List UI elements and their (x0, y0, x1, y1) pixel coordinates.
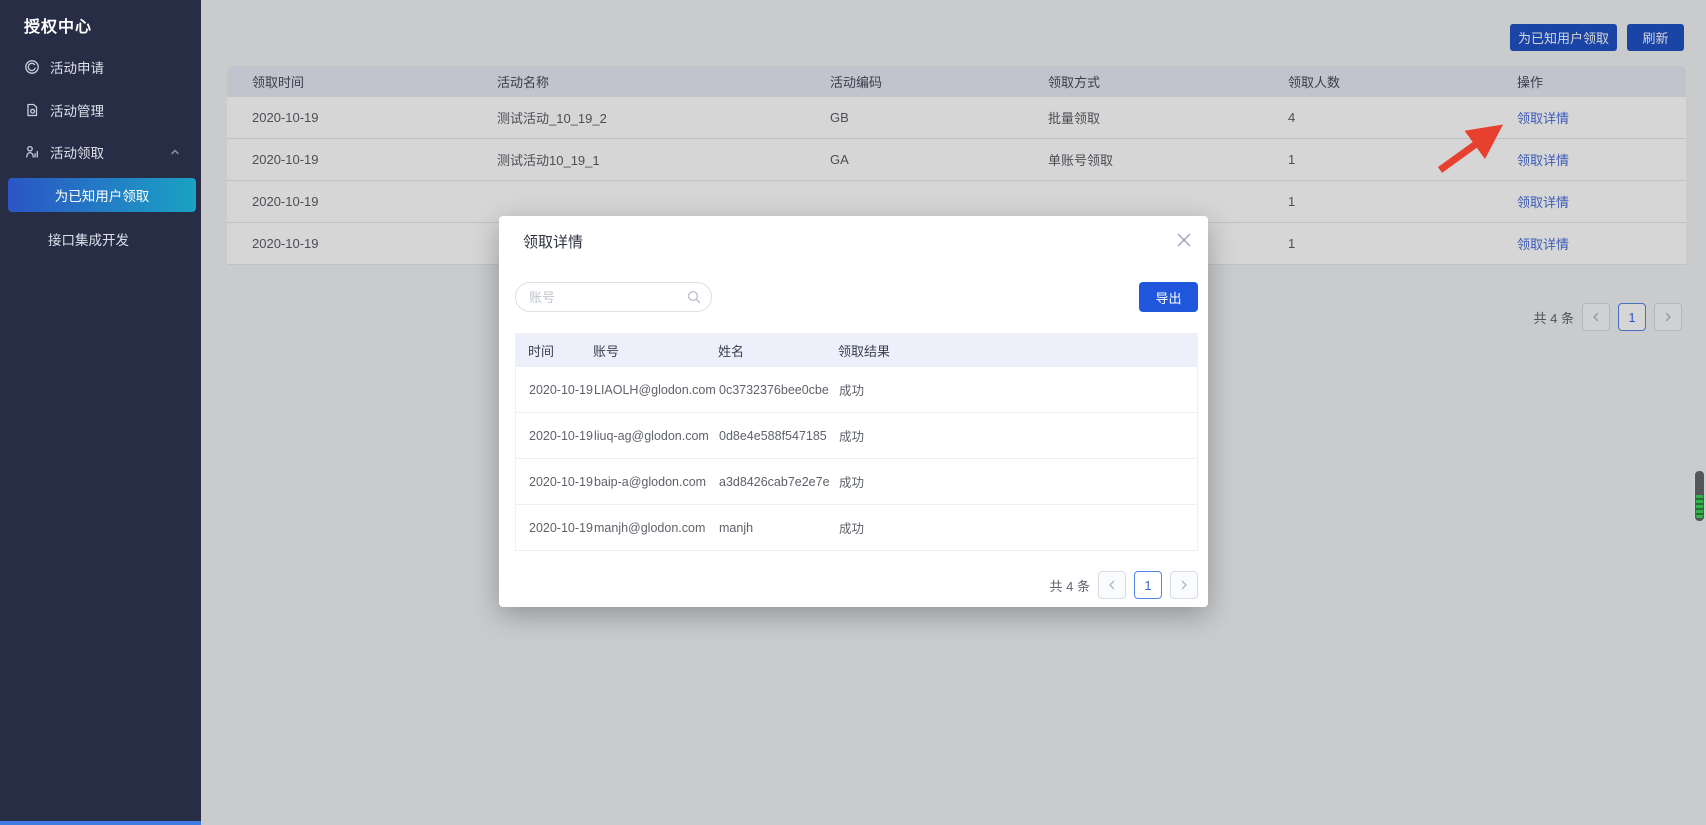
cell-time: 2020-10-19 (529, 383, 594, 397)
modal-table-header-row: 时间 账号 姓名 领取结果 (515, 333, 1198, 367)
page-number-button[interactable]: 1 (1134, 571, 1162, 599)
activity-manage-icon (24, 102, 40, 118)
red-arrow-annotation-icon (1432, 118, 1516, 178)
sidebar-item-label: 活动申请 (50, 57, 104, 77)
search-icon[interactable] (687, 290, 701, 309)
cell-time: 2020-10-19 (529, 521, 594, 535)
cell-result: 成功 (839, 518, 1197, 537)
sidebar-item-activity-apply[interactable]: 活动申请 (0, 50, 201, 84)
table-row: 2020-10-19 manjh@glodon.com manjh 成功 (516, 505, 1197, 551)
cell-account: LIAOLH@glodon.com (594, 383, 719, 397)
cell-result: 成功 (839, 426, 1197, 445)
sidebar-item-label: 活动领取 (50, 142, 104, 162)
sidebar-item-activity-claim[interactable]: 活动领取 (0, 135, 201, 169)
chevron-up-icon[interactable] (169, 146, 181, 161)
sidebar-item-activity-manage[interactable]: 活动管理 (0, 93, 201, 127)
sidebar-subitem-label: 接口集成开发 (48, 233, 129, 248)
cell-result: 成功 (839, 380, 1197, 399)
claim-detail-modal: 领取详情 导出 时间 账号 姓名 领取结果 2020-10-19 LIAOLH@… (499, 216, 1208, 607)
cell-account: manjh@glodon.com (594, 521, 719, 535)
claim-detail-table: 时间 账号 姓名 领取结果 2020-10-19 LIAOLH@glodon.c… (515, 333, 1198, 551)
account-search-input[interactable] (515, 282, 712, 312)
column-header: 时间 (528, 341, 593, 360)
cell-name: 0c3732376bee0cbe (719, 383, 839, 397)
column-header: 账号 (593, 341, 718, 360)
cell-name: a3d8426cab7e2e7e (719, 475, 839, 489)
scrollbar-widget[interactable] (1694, 470, 1705, 522)
column-header: 姓名 (718, 341, 838, 360)
table-row: 2020-10-19 baip-a@glodon.com a3d8426cab7… (516, 459, 1197, 505)
activity-apply-icon (24, 59, 40, 75)
table-row: 2020-10-19 liuq-ag@glodon.com 0d8e4e588f… (516, 413, 1197, 459)
sidebar-item-label: 活动管理 (50, 100, 104, 120)
app-title: 授权中心 (24, 13, 92, 37)
modal-title: 领取详情 (523, 231, 583, 252)
sidebar-bottom-strip (0, 821, 201, 825)
cell-name: 0d8e4e588f547185 (719, 429, 839, 443)
modal-table-body: 2020-10-19 LIAOLH@glodon.com 0c3732376be… (515, 367, 1198, 551)
cell-account: liuq-ag@glodon.com (594, 429, 719, 443)
cell-result: 成功 (839, 472, 1197, 491)
modal-pagination: 共 4 条 1 (1050, 571, 1198, 599)
close-icon[interactable] (1174, 230, 1194, 250)
sidebar: 授权中心 活动申请 活动管理 活动领取 (0, 0, 201, 825)
sidebar-subitem-label: 为已知用户领取 (55, 185, 150, 205)
sidebar-item-api-integration[interactable]: 接口集成开发 (48, 229, 129, 249)
column-header: 领取结果 (838, 341, 1198, 360)
account-search-field (515, 282, 712, 312)
cell-time: 2020-10-19 (529, 429, 594, 443)
cell-time: 2020-10-19 (529, 475, 594, 489)
export-button[interactable]: 导出 (1139, 282, 1198, 312)
widget-stripes (1696, 495, 1703, 519)
sidebar-item-claim-for-known-users[interactable]: 为已知用户领取 (8, 178, 196, 212)
activity-claim-icon (24, 144, 40, 160)
cell-account: baip-a@glodon.com (594, 475, 719, 489)
next-page-button[interactable] (1170, 571, 1198, 599)
table-row: 2020-10-19 LIAOLH@glodon.com 0c3732376be… (516, 367, 1197, 413)
pagination-total: 共 4 条 (1050, 576, 1090, 595)
cell-name: manjh (719, 521, 839, 535)
prev-page-button[interactable] (1098, 571, 1126, 599)
